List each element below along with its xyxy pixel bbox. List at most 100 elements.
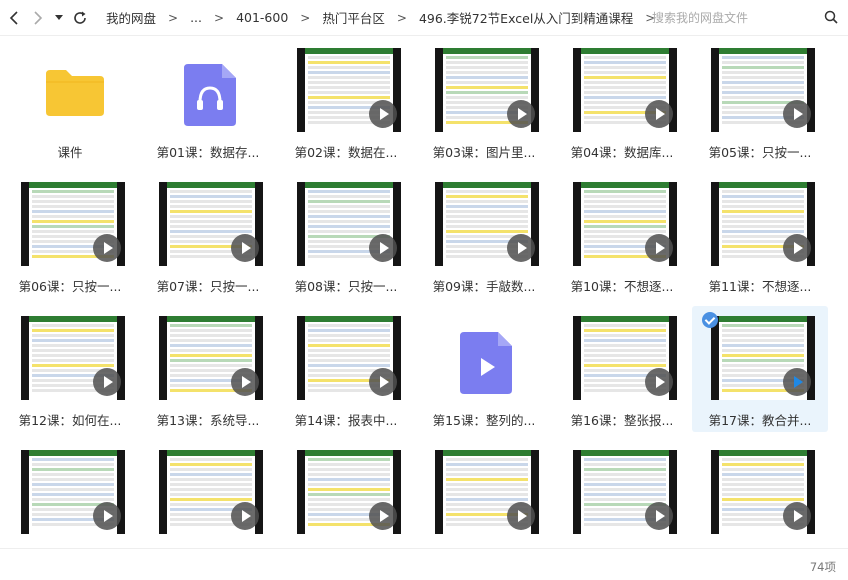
breadcrumb-item[interactable]: 我的网盘 bbox=[102, 8, 160, 27]
forward-button[interactable] bbox=[26, 0, 50, 36]
file-item[interactable]: 课件 bbox=[2, 38, 138, 164]
breadcrumb-item[interactable]: 496.李锐72节Excel从入门到精通课程 bbox=[415, 8, 637, 27]
file-item[interactable]: 第05课：只按一... bbox=[692, 38, 828, 164]
file-item[interactable]: 第12课：如何在... bbox=[2, 306, 138, 432]
video-thumbnail bbox=[711, 182, 815, 266]
file-name: 第16课：整张报... bbox=[570, 413, 674, 428]
video-thumbnail bbox=[21, 182, 125, 266]
video-thumbnail bbox=[711, 48, 815, 132]
video-thumbnail bbox=[297, 48, 401, 132]
play-icon bbox=[369, 502, 397, 530]
video-thumbnail bbox=[297, 182, 401, 266]
file-item[interactable]: 第14课：报表中... bbox=[278, 306, 414, 432]
breadcrumb-separator: > bbox=[300, 10, 311, 25]
play-icon bbox=[645, 100, 673, 128]
breadcrumb-item[interactable]: 热门平台区 bbox=[318, 8, 389, 27]
breadcrumb-separator: > bbox=[168, 10, 179, 25]
video-thumbnail bbox=[159, 316, 263, 400]
file-grid: 课件 第01课：数据存... 第02课：数据在... 第03课：图片里... 第04课：… bbox=[0, 36, 848, 548]
file-item[interactable]: 第09课：手敲数... bbox=[416, 172, 552, 298]
file-name: 第12课：如何在... bbox=[18, 413, 122, 428]
file-item[interactable]: 第01课：数据存... bbox=[140, 38, 276, 164]
file-name: 第14课：报表中... bbox=[294, 413, 398, 428]
file-item[interactable]: 第20课：多栏表... bbox=[278, 440, 414, 548]
file-item[interactable]: 第15课：整列的... bbox=[416, 306, 552, 432]
file-name: 第09课：手敲数... bbox=[432, 279, 536, 294]
file-name: 第11课：不想逐... bbox=[708, 279, 812, 294]
caret-down-icon bbox=[55, 14, 63, 20]
search-icon[interactable] bbox=[824, 10, 838, 24]
play-icon bbox=[507, 100, 535, 128]
check-icon[interactable] bbox=[702, 312, 718, 328]
search-input[interactable] bbox=[640, 6, 810, 30]
history-dropdown-button[interactable] bbox=[50, 0, 68, 36]
video-thumbnail bbox=[297, 316, 401, 400]
video-thumbnail bbox=[21, 316, 125, 400]
play-icon bbox=[231, 234, 259, 262]
video-thumbnail bbox=[435, 182, 539, 266]
breadcrumb-item[interactable]: ... bbox=[186, 10, 206, 25]
top-bar: 我的网盘 >... >401-600 > 热门平台区 >496.李锐72节Excel从入门… bbox=[0, 0, 848, 36]
video-thumbnail bbox=[21, 450, 125, 534]
file-item[interactable]: 第06课：只按一... bbox=[2, 172, 138, 298]
play-icon bbox=[507, 234, 535, 262]
file-name: 第06课：只按一... bbox=[18, 279, 122, 294]
file-item[interactable]: 第18课：一个外借... bbox=[2, 440, 138, 548]
file-item[interactable]: 第13课：系统导... bbox=[140, 306, 276, 432]
video-thumbnail bbox=[573, 48, 677, 132]
file-name: 第05课：只按一... bbox=[708, 145, 812, 160]
play-icon bbox=[93, 368, 121, 396]
file-item[interactable]: 第02课：数据在... bbox=[278, 38, 414, 164]
back-button[interactable] bbox=[2, 0, 26, 36]
video-thumbnail bbox=[159, 450, 263, 534]
video-thumbnail bbox=[711, 316, 815, 400]
video-thumbnail bbox=[573, 182, 677, 266]
status-bar: 74项 bbox=[0, 548, 848, 580]
breadcrumb-item[interactable]: 401-600 bbox=[232, 10, 292, 25]
file-name: 第10课：不想逐... bbox=[570, 279, 674, 294]
file-item[interactable]: 第19课：双栏表... bbox=[140, 440, 276, 548]
video-thumbnail bbox=[159, 182, 263, 266]
play-icon bbox=[231, 368, 259, 396]
file-name: 课件 bbox=[57, 145, 83, 160]
file-name: 第17课：教合并... bbox=[708, 413, 812, 428]
file-item[interactable]: 第17课：教合并... bbox=[692, 306, 828, 432]
file-name: 第01课：数据存... bbox=[156, 145, 260, 160]
file-item[interactable]: 第08课：只按一... bbox=[278, 172, 414, 298]
search-box bbox=[640, 0, 848, 36]
video-thumbnail bbox=[297, 450, 401, 534]
file-item[interactable]: 第03课：图片里... bbox=[416, 38, 552, 164]
file-item[interactable]: 第23课：饰品E... bbox=[692, 440, 828, 548]
file-item[interactable]: 第22课：调据排... bbox=[554, 440, 690, 548]
file-item[interactable]: 第04课：数据库... bbox=[554, 38, 690, 164]
play-icon bbox=[783, 368, 811, 396]
folder-icon bbox=[46, 70, 104, 116]
video-thumbnail bbox=[435, 48, 539, 132]
file-name: 第03课：图片里... bbox=[432, 145, 536, 160]
file-item[interactable]: 第21课：自动隐... bbox=[416, 440, 552, 548]
file-name: 第04课：数据库... bbox=[570, 145, 674, 160]
play-icon bbox=[645, 368, 673, 396]
play-icon bbox=[93, 234, 121, 262]
file-item[interactable]: 第10课：不想逐... bbox=[554, 172, 690, 298]
play-icon bbox=[231, 502, 259, 530]
play-icon bbox=[645, 502, 673, 530]
video-thumbnail bbox=[435, 450, 539, 534]
file-item[interactable]: 第11课：不想逐... bbox=[692, 172, 828, 298]
play-icon bbox=[369, 234, 397, 262]
item-count: 74项 bbox=[809, 560, 836, 574]
video-thumbnail bbox=[711, 450, 815, 534]
breadcrumb-separator: > bbox=[396, 10, 407, 25]
refresh-icon bbox=[74, 11, 86, 24]
file-item[interactable]: 第16课：整张报... bbox=[554, 306, 690, 432]
file-item[interactable]: 第07课：只按一... bbox=[140, 172, 276, 298]
play-icon bbox=[369, 368, 397, 396]
breadcrumb: 我的网盘 >... >401-600 > 热门平台区 >496.李锐72节Excel从入门… bbox=[102, 8, 663, 27]
video-file-icon bbox=[460, 332, 512, 394]
file-name: 第07课：只按一... bbox=[156, 279, 260, 294]
play-icon bbox=[783, 234, 811, 262]
file-name: 第15课：整列的... bbox=[432, 413, 536, 428]
refresh-button[interactable] bbox=[68, 0, 92, 36]
chevron-right-icon bbox=[34, 10, 43, 25]
play-icon bbox=[783, 502, 811, 530]
